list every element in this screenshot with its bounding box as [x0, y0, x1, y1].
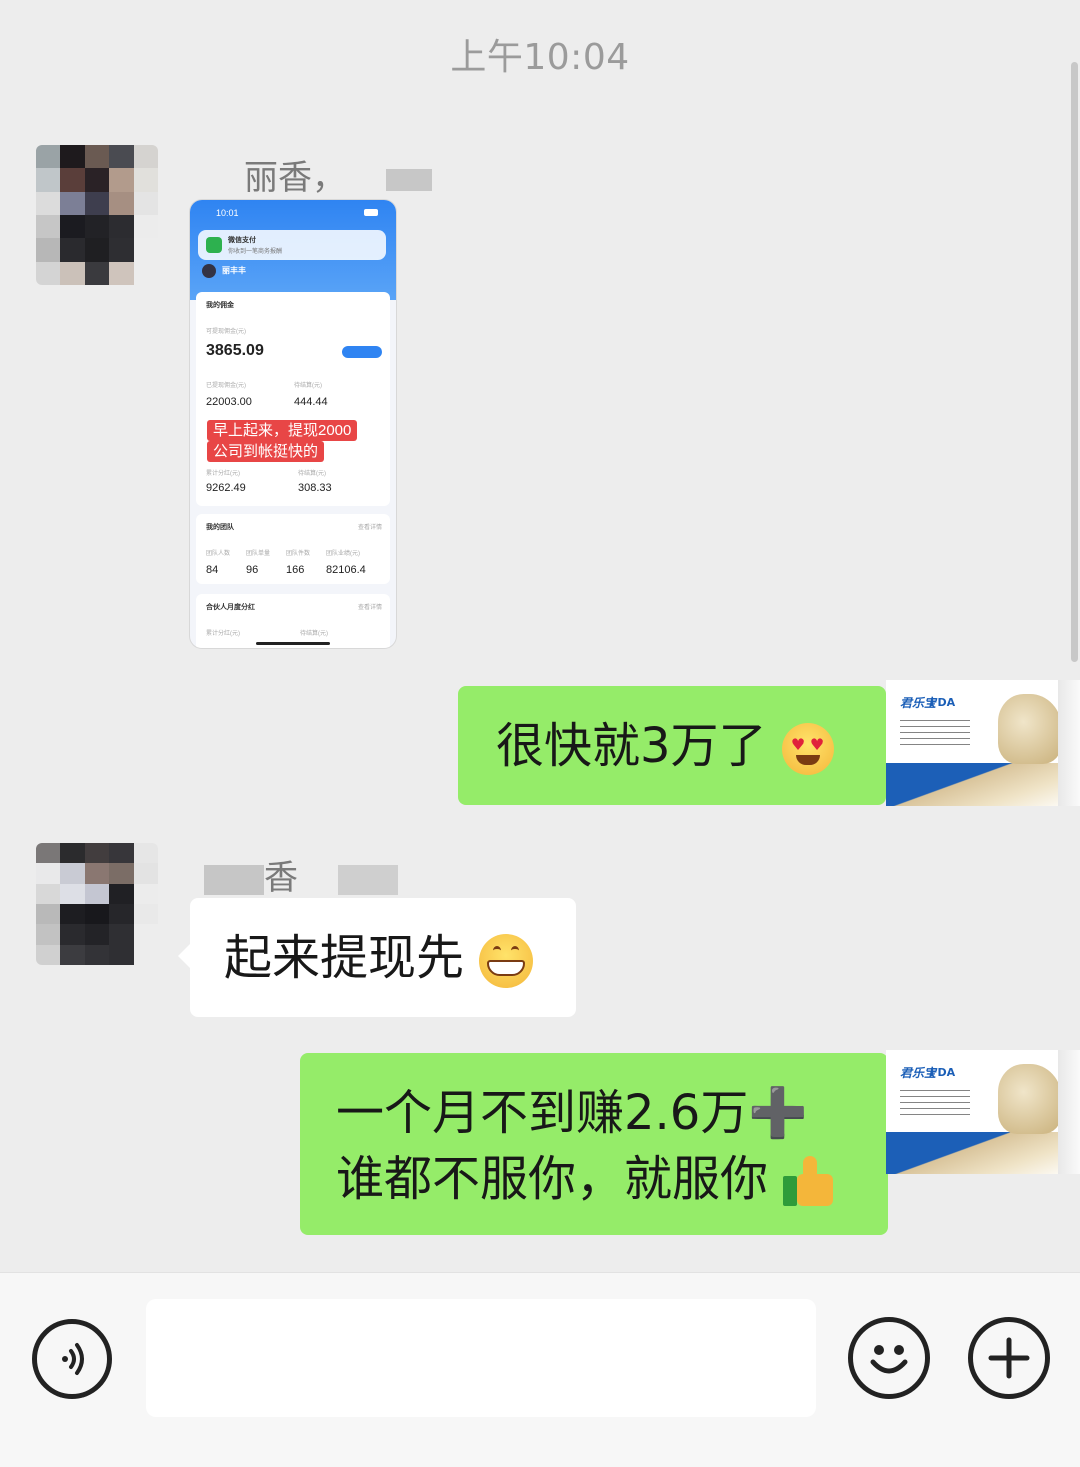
status-time: 10:01	[216, 208, 239, 218]
message-bubble-outgoing[interactable]: 很快就3万了 ♥ ♥	[458, 686, 886, 805]
emoji-icon[interactable]	[848, 1317, 930, 1399]
message-text: 很快就3万了	[496, 718, 767, 774]
battery-icon	[364, 209, 378, 216]
message-bubble-incoming[interactable]: 起来提现先	[178, 898, 576, 1017]
plus-icon[interactable]	[968, 1317, 1050, 1399]
wechat-pay-icon	[206, 237, 222, 253]
chat-input-bar	[0, 1272, 1080, 1467]
sender-name: 丽香，	[244, 150, 432, 199]
heart-eyes-emoji-icon: ♥ ♥	[781, 723, 834, 775]
commission-card: 我的佣金 可提现佣金(元) 3865.09 已提现佣金(元) 22003.00 …	[196, 292, 390, 506]
voice-icon[interactable]	[32, 1319, 112, 1399]
avatar[interactable]	[36, 843, 158, 965]
message-bubble-outgoing[interactable]: 一个月不到赚2.6万➕ 谁都不服你，就服你	[300, 1053, 888, 1235]
payment-screenshot[interactable]: 10:01 微信支付 你收到一笔商务报酬 丽丰丰 我的佣金 可提现佣金(元) 3…	[190, 200, 396, 648]
fda-badge: FDA	[930, 1066, 956, 1079]
goat-image	[998, 694, 1062, 764]
message-text: 起来提现先	[224, 930, 465, 986]
grinning-emoji-icon	[479, 934, 534, 988]
scrollbar[interactable]	[1071, 62, 1078, 662]
goat-image	[998, 1064, 1062, 1134]
fda-badge: FDA	[930, 696, 956, 709]
product-image: 君乐宝 FDA	[886, 680, 1080, 806]
home-indicator	[256, 642, 330, 645]
message-text-line-1: 一个月不到赚2.6万➕	[336, 1085, 809, 1141]
sender-name: 香	[204, 850, 398, 899]
wechat-pay-notice: 微信支付 你收到一笔商务报酬	[198, 230, 386, 260]
withdraw-button	[342, 346, 382, 358]
message-input[interactable]	[146, 1299, 816, 1417]
avatar[interactable]	[36, 145, 158, 285]
user-name: 丽丰丰	[202, 264, 246, 278]
partner-card: 合伙人月度分红 查看详情 累计分红(元) 待结算(元)	[196, 594, 390, 648]
time-stamp: 上午10:04	[450, 37, 630, 78]
thumbs-up-emoji-icon	[783, 1156, 835, 1208]
message-text-line-2: 谁都不服你，就服你	[336, 1151, 769, 1207]
product-image: 君乐宝 FDA	[886, 1050, 1080, 1174]
red-caption: 早上起来，提现2000 公司到帐挺快的	[207, 418, 385, 464]
team-card: 我的团队 查看详情 团队人数 团队单量 团队件数 团队业绩(元) 84 96 1…	[196, 514, 390, 584]
